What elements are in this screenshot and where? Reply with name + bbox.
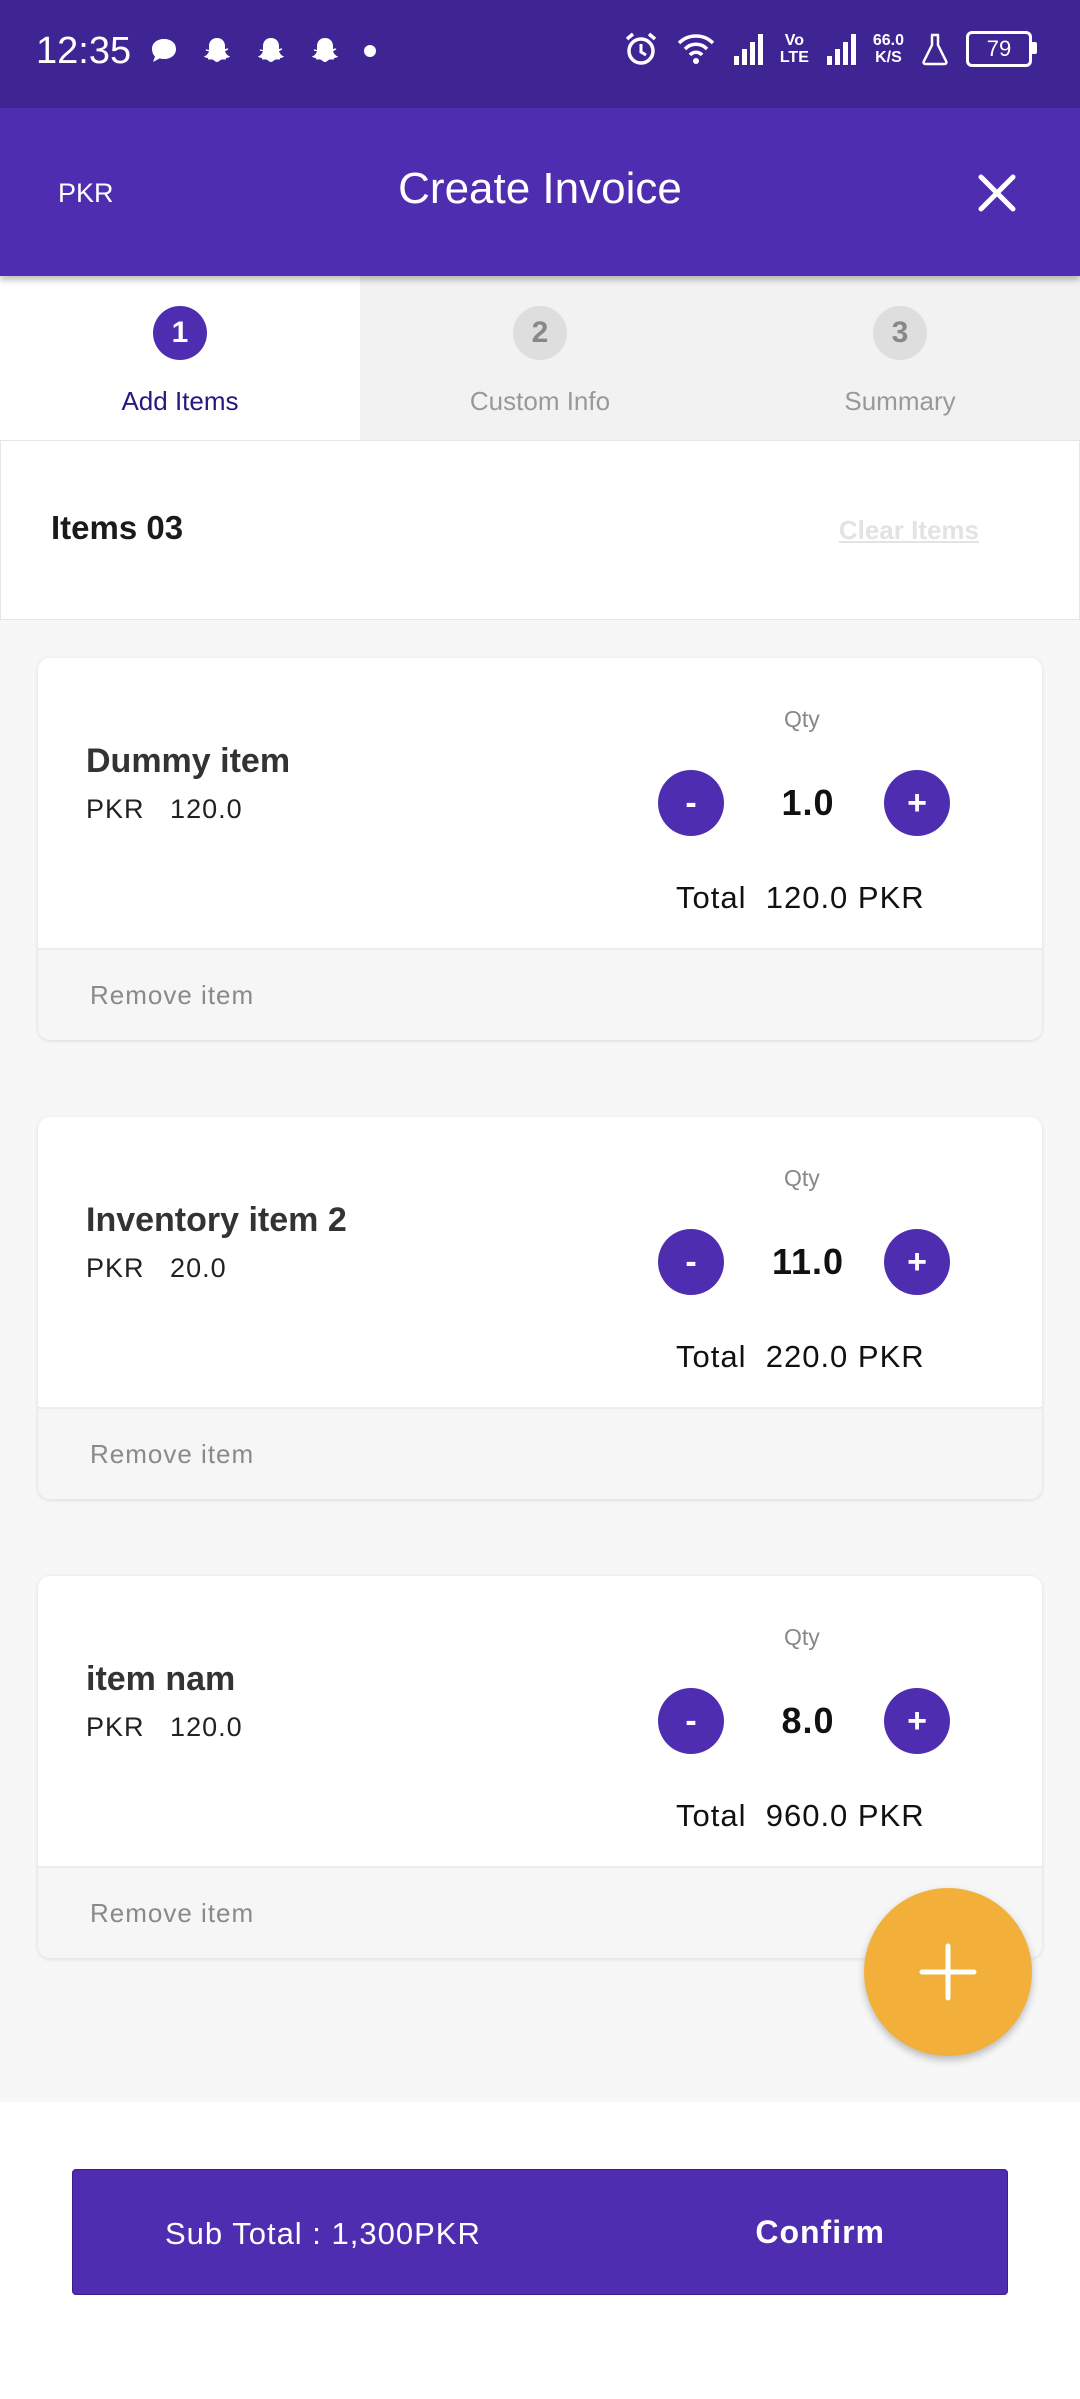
app-bar: PKR Create Invoice (0, 108, 1080, 276)
step-label: Custom Info (469, 386, 611, 416)
signal-icon (826, 34, 856, 65)
item-total: Total 960.0 PKR (676, 1798, 925, 1833)
item-price: PKR 20.0 (86, 1253, 227, 1283)
snapchat-icon (312, 38, 338, 62)
remove-item-button[interactable]: Remove item (38, 948, 1042, 1040)
increase-qty-button[interactable]: + (884, 1229, 950, 1295)
item-price: PKR 120.0 (86, 794, 243, 824)
status-bar: 12:35 Vo LTE 66.0 K/S 79 (0, 0, 1080, 108)
item-total: Total 220.0 PKR (676, 1339, 925, 1374)
notification-icons (148, 34, 378, 68)
items-header: Items 03 Clear Items (0, 440, 1080, 620)
step-number: 1 (153, 306, 207, 360)
step-add-items[interactable]: 1 Add Items (0, 276, 360, 440)
decrease-qty-button[interactable]: - (658, 770, 724, 836)
dot-icon (364, 45, 376, 57)
decrease-qty-button[interactable]: - (658, 1229, 724, 1295)
increase-qty-button[interactable]: + (884, 770, 950, 836)
volte-label: Vo LTE (779, 32, 809, 66)
qty-label: Qty (784, 1165, 820, 1191)
remove-item-label: Remove item (90, 1898, 255, 1928)
step-number: 3 (873, 306, 927, 360)
flask-icon (922, 33, 948, 66)
page-title: Create Invoice (398, 164, 682, 213)
qty-value: 8.0 (781, 1700, 835, 1741)
snapchat-icon (258, 38, 284, 62)
item-card: Dummy item PKR 120.0 Qty - 1.0 + Total 1… (38, 658, 1042, 1040)
items-count: Items 03 (51, 509, 184, 546)
network-speed: 66.0 K/S (872, 32, 904, 66)
subtotal-label: Sub Total : 1,300PKR (165, 2216, 481, 2251)
stepper: 1 Add Items 2 Custom Info 3 Summary (0, 276, 1080, 440)
chat-bubble-icon (152, 39, 176, 62)
qty-label: Qty (784, 1624, 820, 1650)
step-summary[interactable]: 3 Summary (720, 276, 1080, 440)
qty-label: Qty (784, 706, 820, 732)
item-card: item nam PKR 120.0 Qty - 8.0 + Total 960… (38, 1576, 1042, 1958)
signal-icon (733, 34, 763, 65)
item-name: Inventory item 2 (86, 1201, 347, 1239)
plus-icon (919, 1943, 977, 2001)
footer: Sub Total : 1,300PKR Confirm (0, 2102, 1080, 2399)
status-right-icons: Vo LTE 66.0 K/S 79 (622, 30, 1037, 68)
qty-value: 11.0 (771, 1241, 845, 1282)
snapchat-icon (204, 38, 230, 62)
step-label: Add Items (121, 386, 239, 416)
item-total: Total 120.0 PKR (676, 880, 925, 915)
qty-value: 1.0 (781, 782, 835, 823)
close-button[interactable] (962, 158, 1032, 228)
increase-qty-button[interactable]: + (884, 1688, 950, 1754)
battery-indicator: 79 (966, 31, 1037, 67)
item-card: Inventory item 2 PKR 20.0 Qty - 11.0 + T… (38, 1117, 1042, 1499)
wifi-icon (677, 34, 715, 64)
status-time: 12:35 (36, 30, 132, 72)
close-icon (978, 174, 1016, 212)
confirm-button[interactable]: Confirm (755, 2214, 885, 2251)
item-price: PKR 120.0 (86, 1712, 243, 1742)
step-label: Summary (844, 386, 956, 416)
item-name: Dummy item (86, 742, 291, 780)
step-custom-info[interactable]: 2 Custom Info (360, 276, 720, 440)
confirm-bar: Sub Total : 1,300PKR Confirm (72, 2169, 1008, 2295)
add-item-fab[interactable] (864, 1888, 1032, 2056)
clear-items-link[interactable]: Clear Items (839, 515, 979, 546)
remove-item-label: Remove item (90, 1439, 255, 1469)
remove-item-button[interactable]: Remove item (38, 1407, 1042, 1499)
alarm-icon (625, 32, 656, 65)
decrease-qty-button[interactable]: - (658, 1688, 724, 1754)
step-number: 2 (513, 306, 567, 360)
remove-item-label: Remove item (90, 980, 255, 1010)
item-name: item nam (86, 1660, 236, 1698)
